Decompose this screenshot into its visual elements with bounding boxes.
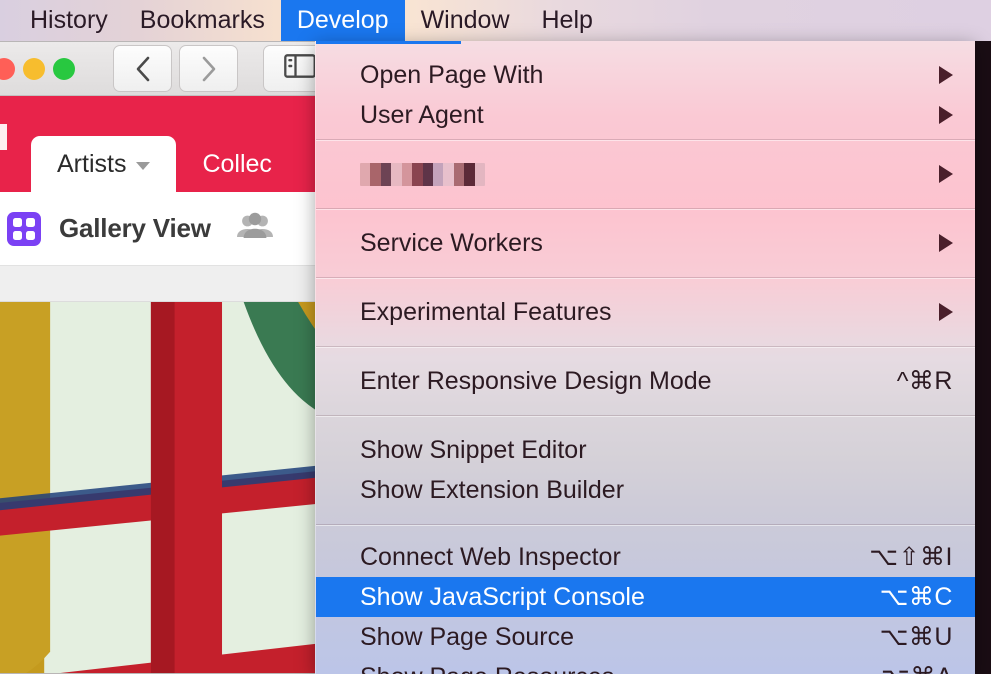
menu-item-show-javascript-console[interactable]: Show JavaScript Console ⌥⌘C (316, 577, 975, 617)
develop-menu-dropdown: Open Page With User Agent Service Worker… (315, 41, 975, 674)
menu-item-show-extension-builder[interactable]: Show Extension Builder (316, 470, 975, 510)
submenu-arrow-icon (939, 106, 953, 124)
menu-item-label: Experimental Features (360, 297, 612, 326)
menu-help[interactable]: Help (526, 0, 609, 41)
menu-item-label: Enter Responsive Design Mode (360, 366, 712, 395)
forward-icon (201, 56, 217, 82)
menu-separator (316, 208, 975, 209)
menu-item-service-workers[interactable]: Service Workers (316, 223, 975, 263)
chevron-down-icon (136, 162, 151, 170)
zoom-button[interactable] (53, 57, 75, 80)
menu-item-label: Show Page Resources (360, 663, 614, 674)
menu-item-experimental-features[interactable]: Experimental Features (316, 292, 975, 332)
menu-separator (316, 415, 975, 416)
menu-item-open-page-with[interactable]: Open Page With (316, 55, 975, 95)
back-button[interactable] (113, 45, 172, 92)
menu-item-enter-responsive-design-mode[interactable]: Enter Responsive Design Mode ^⌘R (316, 361, 975, 401)
submenu-arrow-icon (939, 165, 953, 183)
site-tab-collections[interactable]: Collec (176, 136, 297, 192)
menu-accent-bar (316, 41, 461, 44)
menu-item-label: Show Page Source (360, 622, 575, 651)
close-button[interactable] (0, 57, 15, 80)
menu-item-label: Open Page With (360, 60, 544, 89)
menu-item-shortcut: ⌥⌘C (879, 583, 953, 611)
redacted-label (360, 162, 485, 186)
menu-item-label: Show Extension Builder (360, 475, 625, 504)
gallery-view-label: Gallery View (59, 213, 211, 243)
site-tab-artists[interactable]: Artists (31, 136, 177, 192)
people-icon[interactable] (235, 211, 275, 246)
navigation-buttons (113, 45, 238, 92)
submenu-arrow-icon (939, 234, 953, 252)
submenu-arrow-icon (939, 66, 953, 84)
sidebar-icon (284, 54, 316, 83)
menu-item-show-page-source[interactable]: Show Page Source ⌥⌘U (316, 617, 975, 657)
back-icon (135, 56, 151, 82)
menu-separator (316, 139, 975, 140)
site-tab-label: Collec (202, 149, 272, 178)
menu-item-label: User Agent (360, 100, 484, 129)
menu-item-shortcut: ⌥⌘U (879, 623, 953, 651)
window-controls (0, 57, 75, 80)
menu-bookmarks[interactable]: Bookmarks (124, 0, 281, 41)
menu-item-connect-web-inspector[interactable]: Connect Web Inspector ⌥⇧⌘I (316, 537, 975, 577)
menu-window[interactable]: Window (405, 0, 526, 41)
menu-item-user-agent[interactable]: User Agent (316, 95, 975, 135)
forward-button[interactable] (179, 45, 238, 92)
menu-item-shortcut: ⌥⌘A (881, 662, 953, 674)
submenu-arrow-icon (939, 303, 953, 321)
menu-item-label: Show JavaScript Console (360, 582, 645, 611)
menu-item-label: Service Workers (360, 228, 543, 257)
minimize-button[interactable] (23, 57, 45, 80)
menu-item-shortcut: ^⌘R (896, 367, 953, 395)
menu-item-redacted[interactable] (316, 154, 975, 194)
menu-separator (316, 346, 975, 347)
menu-item-show-page-resources[interactable]: Show Page Resources ⌥⌘A (316, 657, 975, 674)
menu-separator (316, 524, 975, 525)
menu-separator (316, 277, 975, 278)
grid-icon[interactable] (7, 211, 41, 246)
menu-item-label: Show Snippet Editor (360, 435, 587, 464)
menu-history[interactable]: History (14, 0, 124, 41)
menu-item-shortcut: ⌥⇧⌘I (869, 543, 953, 571)
menu-develop[interactable]: Develop (280, 0, 405, 41)
menu-bar: History Bookmarks Develop Window Help (0, 0, 991, 41)
menu-item-label: Connect Web Inspector (360, 542, 621, 571)
site-tab-label: Artists (57, 149, 127, 178)
menu-item-show-snippet-editor[interactable]: Show Snippet Editor (316, 430, 975, 470)
